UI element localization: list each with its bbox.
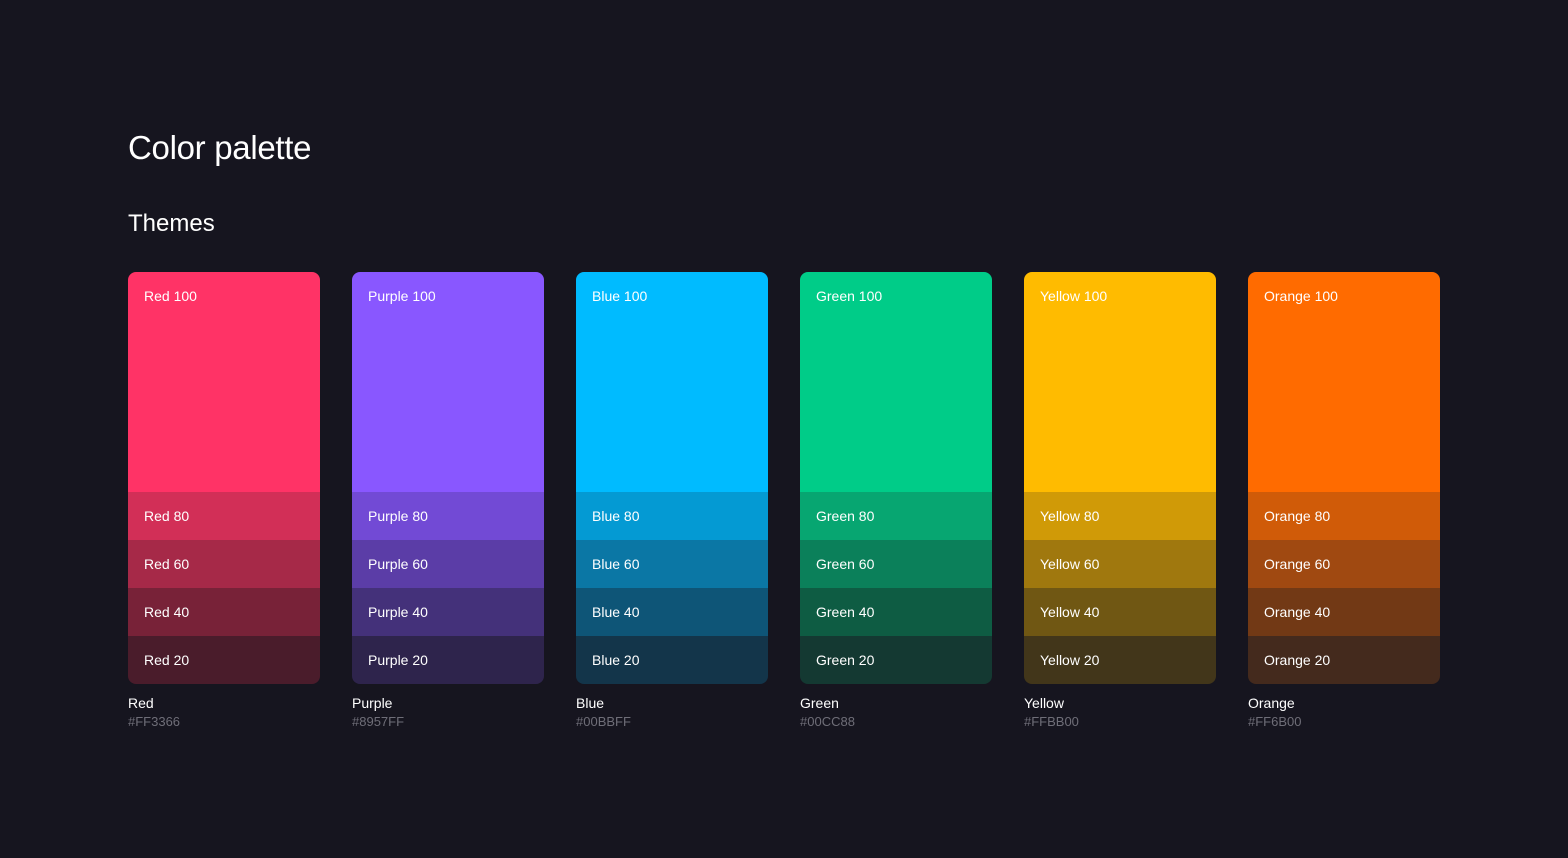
theme-name: Yellow — [1024, 695, 1064, 711]
swatch-purple-100[interactable]: Purple 100 — [352, 272, 544, 492]
page-title: Color palette — [128, 129, 312, 166]
swatch-yellow-60[interactable]: Yellow 60 — [1024, 540, 1216, 588]
swatch-orange-60[interactable]: Orange 60 — [1248, 540, 1440, 588]
swatch-green-60[interactable]: Green 60 — [800, 540, 992, 588]
swatch-orange-40[interactable]: Orange 40 — [1248, 588, 1440, 636]
swatch-red-40[interactable]: Red 40 — [128, 588, 320, 636]
swatch-green-100[interactable]: Green 100 — [800, 272, 992, 492]
swatch-green-80[interactable]: Green 80 — [800, 492, 992, 540]
swatch-red-60[interactable]: Red 60 — [128, 540, 320, 588]
swatch-orange-80[interactable]: Orange 80 — [1248, 492, 1440, 540]
swatch-stack: Blue 100 Blue 80 Blue 60 Blue 40 Blue 20 — [576, 272, 768, 684]
swatch-yellow-20[interactable]: Yellow 20 — [1024, 636, 1216, 684]
swatch-orange-20[interactable]: Orange 20 — [1248, 636, 1440, 684]
theme-purple: Purple 100 Purple 80 Purple 60 Purple 40… — [352, 272, 544, 730]
theme-yellow: Yellow 100 Yellow 80 Yellow 60 Yellow 40… — [1024, 272, 1216, 730]
swatch-blue-60[interactable]: Blue 60 — [576, 540, 768, 588]
swatch-purple-80[interactable]: Purple 80 — [352, 492, 544, 540]
swatch-green-40[interactable]: Green 40 — [800, 588, 992, 636]
swatch-green-20[interactable]: Green 20 — [800, 636, 992, 684]
swatch-blue-80[interactable]: Blue 80 — [576, 492, 768, 540]
theme-hex-code: #00BBFF — [576, 714, 631, 729]
theme-blue: Blue 100 Blue 80 Blue 60 Blue 40 Blue 20… — [576, 272, 768, 730]
swatch-blue-100[interactable]: Blue 100 — [576, 272, 768, 492]
swatch-red-80[interactable]: Red 80 — [128, 492, 320, 540]
swatch-yellow-80[interactable]: Yellow 80 — [1024, 492, 1216, 540]
swatch-stack: Green 100 Green 80 Green 60 Green 40 Gre… — [800, 272, 992, 684]
section-title-themes: Themes — [128, 210, 215, 237]
swatch-stack: Orange 100 Orange 80 Orange 60 Orange 40… — [1248, 272, 1440, 684]
swatch-stack: Red 100 Red 80 Red 60 Red 40 Red 20 — [128, 272, 320, 684]
swatch-stack: Purple 100 Purple 80 Purple 60 Purple 40… — [352, 272, 544, 684]
theme-name: Green — [800, 695, 839, 711]
swatch-stack: Yellow 100 Yellow 80 Yellow 60 Yellow 40… — [1024, 272, 1216, 684]
theme-name: Red — [128, 695, 154, 711]
theme-palette-row: Red 100 Red 80 Red 60 Red 40 Red 20 Red … — [128, 272, 1440, 730]
theme-orange: Orange 100 Orange 80 Orange 60 Orange 40… — [1248, 272, 1440, 730]
theme-hex-code: #00CC88 — [800, 714, 855, 729]
theme-hex-code: #FF3366 — [128, 714, 181, 729]
theme-hex-code: #FFBB00 — [1024, 714, 1079, 729]
swatch-orange-100[interactable]: Orange 100 — [1248, 272, 1440, 492]
swatch-purple-40[interactable]: Purple 40 — [352, 588, 544, 636]
swatch-purple-60[interactable]: Purple 60 — [352, 540, 544, 588]
theme-name: Blue — [576, 695, 605, 711]
swatch-blue-20[interactable]: Blue 20 — [576, 636, 768, 684]
theme-red: Red 100 Red 80 Red 60 Red 40 Red 20 Red … — [128, 272, 320, 730]
swatch-red-100[interactable]: Red 100 — [128, 272, 320, 492]
theme-name: Purple — [352, 695, 393, 711]
swatch-red-20[interactable]: Red 20 — [128, 636, 320, 684]
swatch-purple-20[interactable]: Purple 20 — [352, 636, 544, 684]
theme-green: Green 100 Green 80 Green 60 Green 40 Gre… — [800, 272, 992, 730]
theme-hex-code: #FF6B00 — [1248, 714, 1302, 729]
swatch-blue-40[interactable]: Blue 40 — [576, 588, 768, 636]
theme-hex-code: #8957FF — [352, 714, 405, 729]
swatch-yellow-40[interactable]: Yellow 40 — [1024, 588, 1216, 636]
swatch-yellow-100[interactable]: Yellow 100 — [1024, 272, 1216, 492]
theme-name: Orange — [1248, 695, 1295, 711]
